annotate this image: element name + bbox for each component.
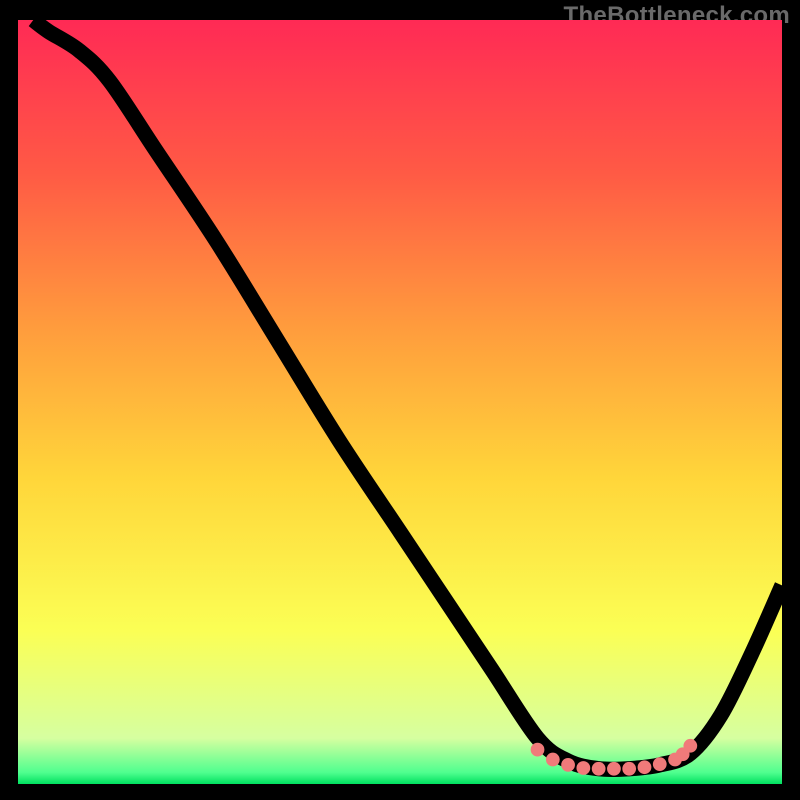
plot-background: [18, 20, 782, 784]
highlight-dot: [531, 743, 545, 757]
highlight-dot: [638, 760, 652, 774]
highlight-dot: [561, 758, 575, 772]
chart-frame: TheBottleneck.com: [0, 0, 800, 800]
bottleneck-chart: [18, 20, 782, 784]
highlight-dot: [576, 761, 590, 775]
highlight-dot: [607, 762, 621, 776]
highlight-dot: [683, 739, 697, 753]
highlight-dot: [592, 762, 606, 776]
highlight-dot: [622, 762, 636, 776]
highlight-dot: [546, 753, 560, 767]
highlight-dot: [653, 757, 667, 771]
